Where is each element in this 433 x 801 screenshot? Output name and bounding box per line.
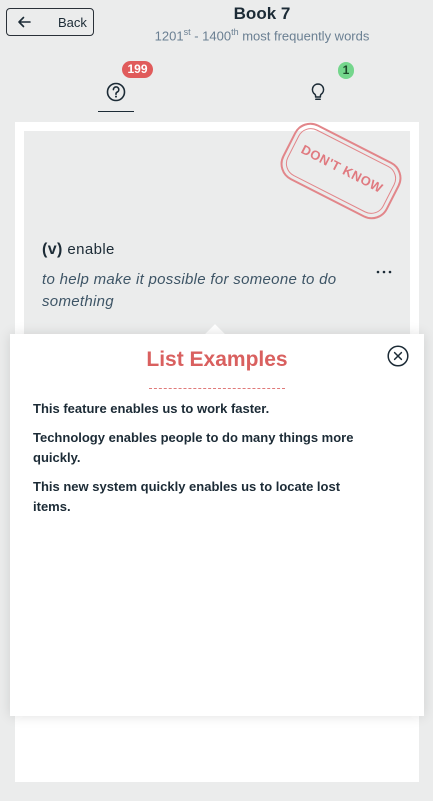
lightbulb-icon — [311, 83, 325, 101]
word-definition: to help make it possible for someone to … — [42, 271, 337, 310]
range-end-suffix: th — [231, 27, 239, 37]
word-heading: (v) enable — [42, 241, 115, 259]
page-subtitle: 1201st - 1400th most frequently words — [0, 27, 433, 43]
tab-unknown[interactable] — [98, 74, 134, 112]
word: enable — [67, 241, 115, 258]
popover-title-divider — [149, 388, 285, 389]
example-sentence: This new system quickly enables us to lo… — [33, 479, 341, 514]
range-start-suffix: st — [183, 27, 191, 37]
subtitle-rest: most frequently words — [238, 28, 370, 44]
page-title: Book 7 — [233, 4, 291, 23]
ellipsis-icon[interactable] — [374, 262, 394, 282]
unknown-count-badge: 199 — [122, 61, 153, 78]
example-sentence: This feature enables us to work faster. — [33, 401, 270, 416]
range-separator: - — [190, 28, 203, 44]
popover-title: List Examples — [146, 348, 288, 371]
examples-popover: List Examples This feature enables us to… — [10, 334, 424, 716]
known-count-badge: 1 — [338, 62, 354, 79]
example-sentence: Technology enables people to do many thi… — [33, 430, 354, 465]
range-start: 1201 — [154, 28, 184, 44]
close-icon[interactable] — [387, 345, 409, 367]
question-circle-icon — [106, 82, 126, 102]
tab-known[interactable] — [300, 74, 336, 111]
range-end: 1400 — [202, 28, 232, 44]
part-of-speech: (v) — [42, 241, 63, 258]
examples-list: This feature enables us to work faster. … — [33, 399, 373, 526]
